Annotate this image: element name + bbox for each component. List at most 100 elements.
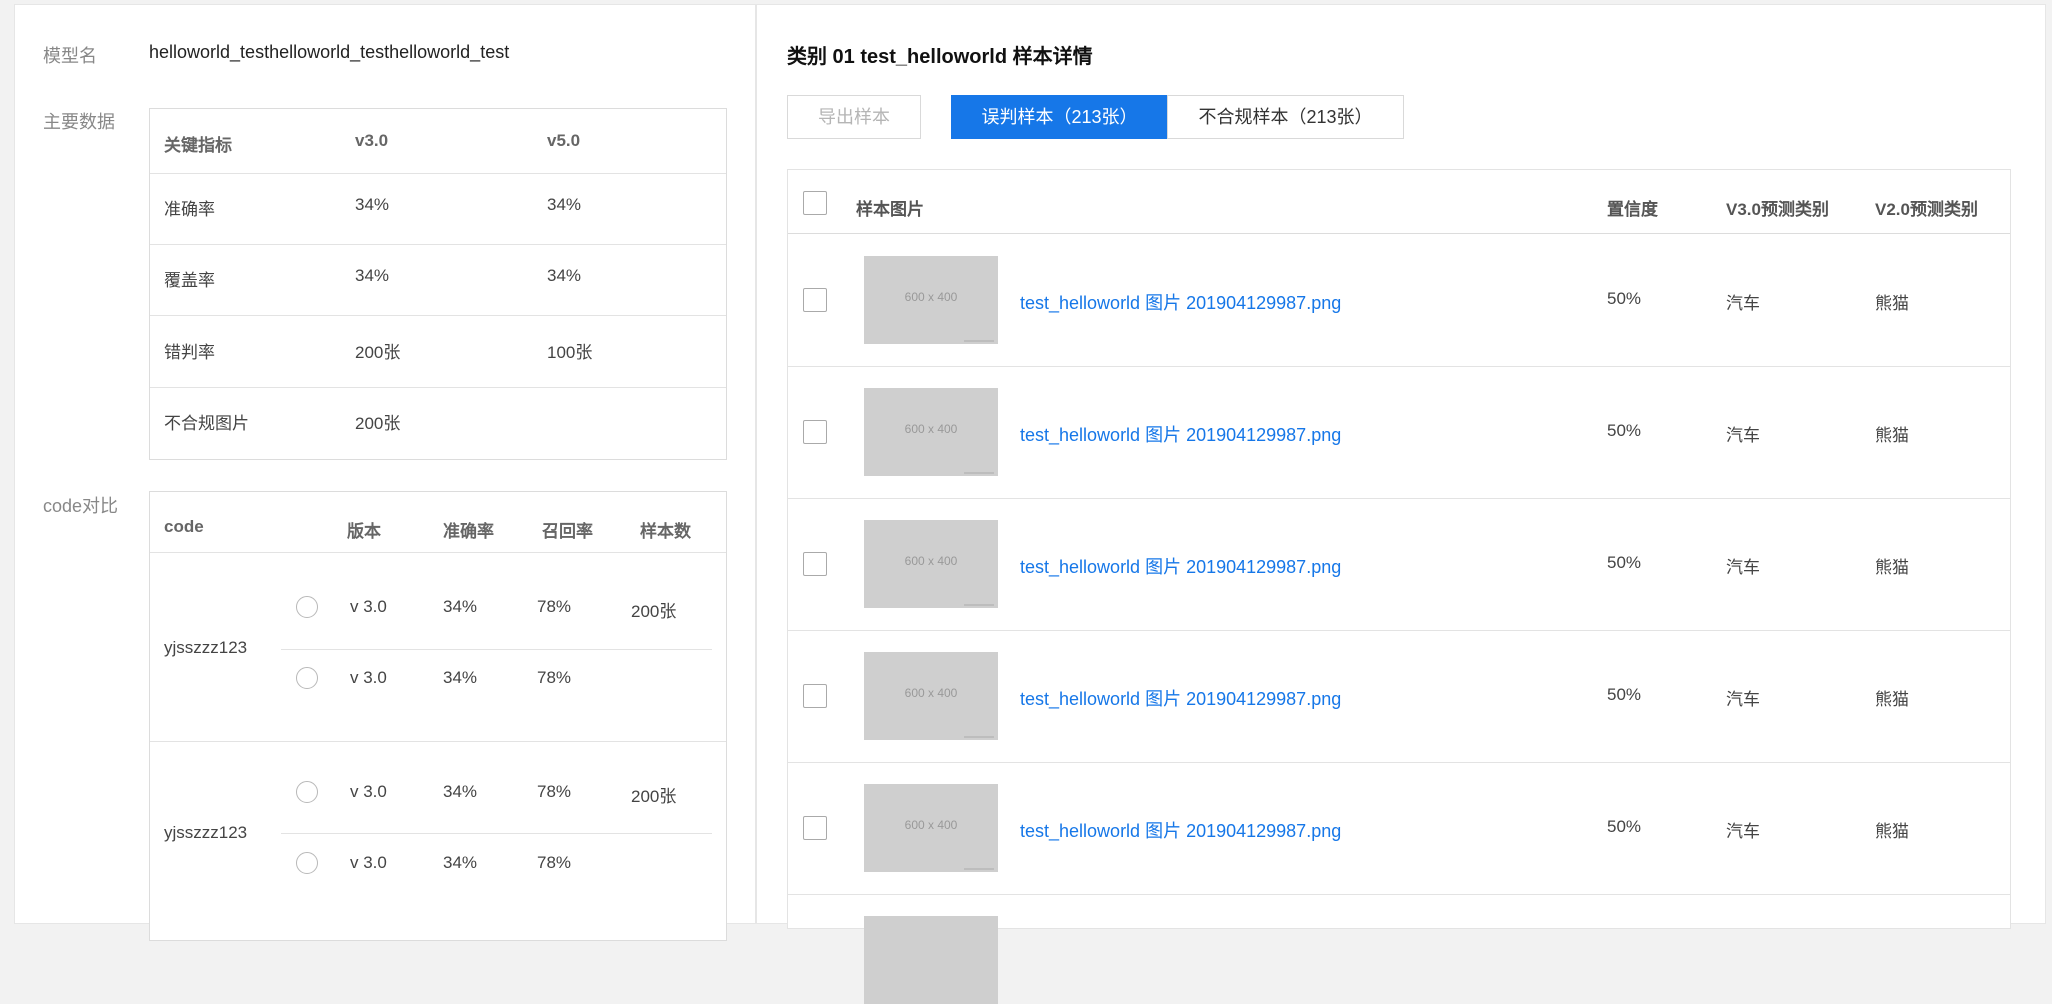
confidence: 50% [1607,553,1642,572]
divider [788,630,2010,631]
sample-thumbnail: 600 x 400 [864,256,998,344]
code-compare-label: code对比 [43,496,119,516]
version-radio[interactable] [296,667,318,689]
select-all-checkbox[interactable] [803,191,827,215]
metric-name: 不合规图片 [164,414,249,433]
divider [150,173,726,174]
row-checkbox[interactable] [803,552,827,576]
header-confidence: 置信度 [1607,200,1658,219]
metric-name: 错判率 [164,343,215,362]
precision: 34% [443,782,478,801]
code-value: yjsszzz123 [164,638,248,657]
v3-prediction: 汽车 [1726,690,1760,709]
divider [281,649,712,650]
row-checkbox[interactable] [803,684,827,708]
right-panel: 类别 01 test_helloworld 样本详情 导出样本 误判样本（213… [756,4,2046,1004]
divider [150,387,726,388]
row-checkbox[interactable] [803,420,827,444]
confidence: 50% [1607,421,1642,440]
main-header-v5: v5.0 [547,131,581,150]
sample-count: 200张 [631,787,677,806]
recall: 78% [537,853,572,872]
model-name-value: helloworld_testhelloworld_testhelloworld… [149,42,510,62]
recall: 78% [537,782,572,801]
export-samples-button[interactable]: 导出样本 [787,95,921,139]
version: v 3.0 [350,597,387,616]
confidence: 50% [1607,685,1642,704]
row-checkbox[interactable] [803,288,827,312]
sample-count: 200张 [631,602,677,621]
v2-prediction: 熊猫 [1875,294,1909,313]
divider [788,366,2010,367]
sample-file-link[interactable]: test_helloworld 图片 201904129987.png [1020,553,1341,579]
thumbnail-placeholder-text: 600 x 400 [904,422,958,436]
noncompliant-samples-tab[interactable]: 不合规样本（213张） [1167,95,1404,139]
code-header-code: code [164,517,204,536]
main-header-v3: v3.0 [355,131,389,150]
main-data-label: 主要数据 [43,112,115,132]
version: v 3.0 [350,782,387,801]
divider [281,833,712,834]
row-checkbox[interactable] [803,816,827,840]
divider [150,244,726,245]
sample-file-link[interactable]: test_helloworld 图片 201904129987.png [1020,421,1341,447]
code-compare-table: code 版本 准确率 召回率 样本数 yjsszzz123 v 3.0 34%… [149,491,727,941]
metric-v5: 34% [547,266,582,285]
confidence: 50% [1607,289,1642,308]
divider [150,552,726,553]
metric-v5: 100张 [547,343,593,362]
divider [150,315,726,316]
version: v 3.0 [350,853,387,872]
metric-v3: 34% [355,195,390,214]
v2-prediction: 熊猫 [1875,426,1909,445]
metric-v3: 200张 [355,343,401,362]
thumbnail-placeholder-text: 600 x 400 [904,818,958,832]
main-data-table: 关键指标 v3.0 v5.0 准确率 34% 34% 覆盖率 34% 34% 错… [149,108,727,460]
v2-prediction: 熊猫 [1875,822,1909,841]
code-header-precision: 准确率 [443,522,494,541]
code-value: yjsszzz123 [164,823,248,842]
confidence: 50% [1607,817,1642,836]
left-panel: 模型名 helloworld_testhelloworld_testhellow… [14,4,756,941]
sample-file-link[interactable]: test_helloworld 图片 201904129987.png [1020,817,1341,843]
misjudged-samples-tab[interactable]: 误判样本（213张） [951,95,1168,139]
recall: 78% [537,668,572,687]
metric-name: 准确率 [164,200,215,219]
sample-thumbnail [864,916,998,1004]
v2-prediction: 熊猫 [1875,558,1909,577]
v2-prediction: 熊猫 [1875,690,1909,709]
divider [788,894,2010,895]
version-radio[interactable] [296,596,318,618]
metric-name: 覆盖率 [164,271,215,290]
v3-prediction: 汽车 [1726,294,1760,313]
header-v2-prediction: V2.0预测类别 [1875,200,1978,219]
sample-thumbnail: 600 x 400 [864,388,998,476]
main-header-metric: 关键指标 [164,136,232,155]
code-header-recall: 召回率 [542,522,593,541]
version-radio[interactable] [296,781,318,803]
sample-thumbnail: 600 x 400 [864,652,998,740]
v3-prediction: 汽车 [1726,558,1760,577]
version-radio[interactable] [296,852,318,874]
sample-thumbnail: 600 x 400 [864,520,998,608]
precision: 34% [443,668,478,687]
metric-v5: 34% [547,195,582,214]
divider [788,233,2010,234]
version: v 3.0 [350,668,387,687]
sample-file-link[interactable]: test_helloworld 图片 201904129987.png [1020,685,1341,711]
divider [150,741,726,742]
header-sample-image: 样本图片 [856,200,924,219]
precision: 34% [443,853,478,872]
sample-file-link[interactable]: test_helloworld 图片 201904129987.png [1020,289,1341,315]
recall: 78% [537,597,572,616]
header-v3-prediction: V3.0预测类别 [1726,200,1829,219]
thumbnail-placeholder-text: 600 x 400 [904,290,958,304]
sample-thumbnail: 600 x 400 [864,784,998,872]
sample-table: 样本图片 置信度 V3.0预测类别 V2.0预测类别 600 x 400 tes… [787,169,2011,1004]
code-header-version: 版本 [347,522,381,541]
thumbnail-placeholder-text: 600 x 400 [904,554,958,568]
v3-prediction: 汽车 [1726,426,1760,445]
code-header-samples: 样本数 [640,522,691,541]
model-name-label: 模型名 [43,46,97,66]
divider [788,762,2010,763]
